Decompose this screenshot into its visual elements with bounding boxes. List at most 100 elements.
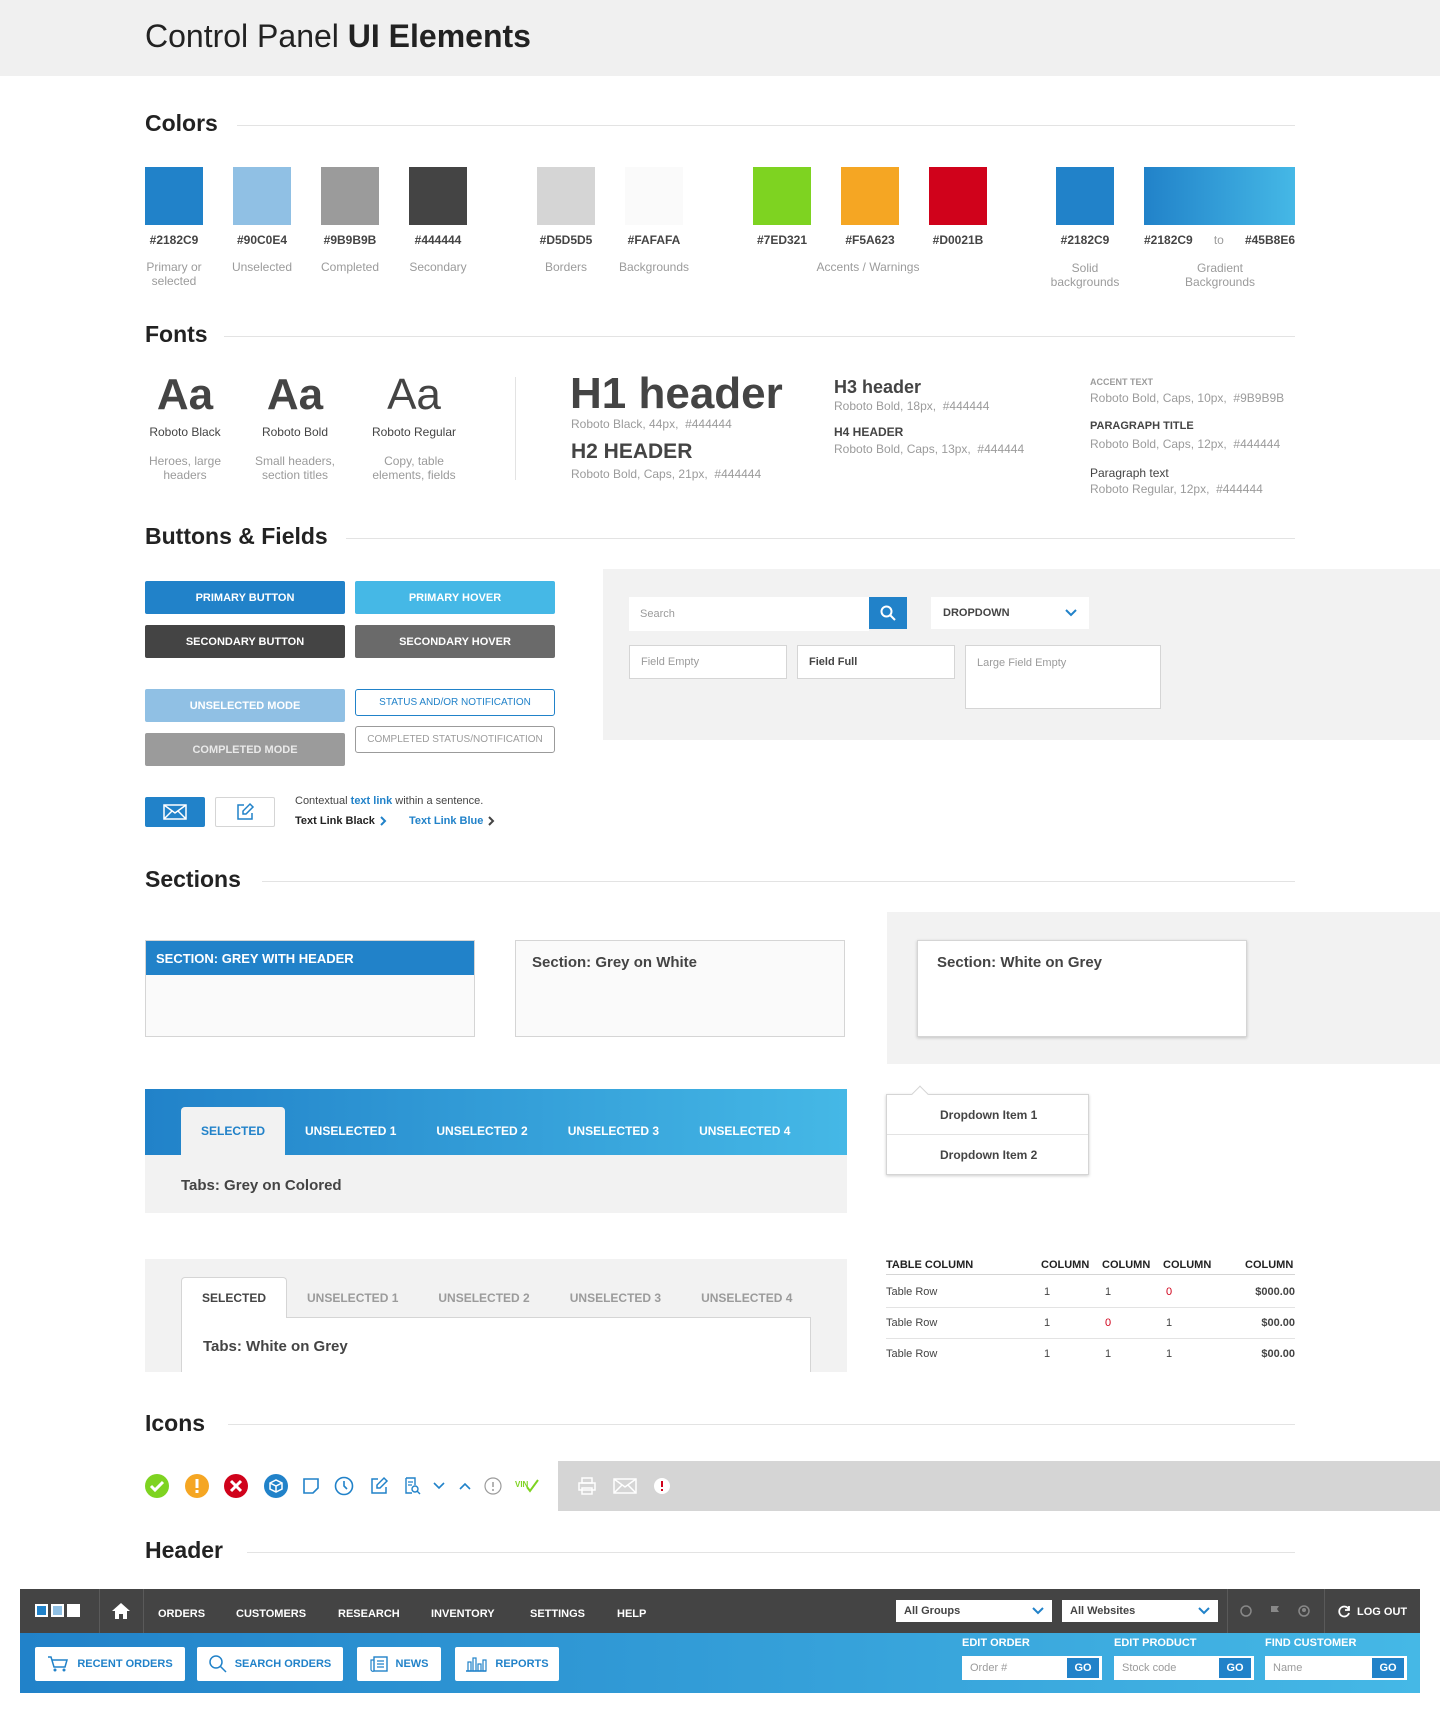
secondary-button[interactable]: SECONDARY BUTTON <box>145 625 345 658</box>
user-icon[interactable] <box>1298 1605 1310 1617</box>
divider <box>346 538 1295 539</box>
tab-unselected-1[interactable]: UNSELECTED 1 <box>287 1277 418 1318</box>
swatch-group-label: Accents / Warnings <box>816 260 920 274</box>
status-notification-button[interactable]: STATUS AND/OR NOTIFICATION <box>355 689 555 716</box>
font-sample-bold: Aa <box>266 370 324 419</box>
tabs-colored-content: Tabs: Grey on Colored <box>145 1155 847 1213</box>
section-title-header: Header <box>145 1537 223 1563</box>
h1-sample: H1 header <box>570 369 783 418</box>
edit-product-go-button[interactable]: GO <box>1219 1658 1251 1678</box>
grid-square-icon <box>35 1604 48 1617</box>
swatch-label: Unselected <box>231 260 293 274</box>
secondary-hover-button[interactable]: SECONDARY HOVER <box>355 625 555 658</box>
large-field-empty[interactable]: Large Field Empty <box>965 645 1161 709</box>
section-title-buttons: Buttons & Fields <box>145 523 328 549</box>
news-button[interactable]: NEWS <box>357 1647 441 1681</box>
search-input[interactable]: Search <box>629 597 869 631</box>
swatch-accent-orange <box>841 167 899 225</box>
tabs-colored: SELECTED UNSELECTED 1 UNSELECTED 2 UNSEL… <box>181 1107 810 1155</box>
swatch-hex: #F5A623 <box>845 233 895 247</box>
tab-unselected-4[interactable]: UNSELECTED 4 <box>681 1277 812 1318</box>
section-grey-with-header: SECTION: GREY WITH HEADER <box>145 940 475 1037</box>
table-cell: $00.00 <box>1261 1348 1295 1360</box>
field-full[interactable]: Field Full <box>797 645 955 679</box>
tab-unselected-1[interactable]: UNSELECTED 1 <box>285 1107 416 1155</box>
nav-help[interactable]: HELP <box>617 1608 646 1620</box>
tab-selected[interactable]: SELECTED <box>181 1277 288 1318</box>
edit-button[interactable] <box>215 797 275 827</box>
swatch-hex: #2182C9 <box>1060 233 1110 247</box>
primary-hover-button[interactable]: PRIMARY HOVER <box>355 581 555 614</box>
tab-unselected-3[interactable]: UNSELECTED 3 <box>550 1277 681 1318</box>
flag-icon[interactable] <box>1269 1605 1281 1617</box>
primary-button[interactable]: PRIMARY BUTTON <box>145 581 345 614</box>
app-switcher[interactable] <box>35 1604 80 1617</box>
font-desc: Copy, table elements, fields <box>372 454 456 482</box>
paragraph-title-spec: Roboto Bold, Caps, 12px, #444444 <box>1090 437 1281 451</box>
swatch-primary <box>145 167 203 225</box>
unselected-mode-button[interactable]: UNSELECTED MODE <box>145 689 345 722</box>
news-icon <box>369 1656 388 1672</box>
error-circle-icon <box>224 1474 248 1498</box>
tab-unselected-3[interactable]: UNSELECTED 3 <box>548 1107 679 1155</box>
nav-settings[interactable]: SETTINGS <box>530 1608 585 1620</box>
text-link-black[interactable]: Text Link Black <box>295 815 387 827</box>
tab-selected[interactable]: SELECTED <box>181 1107 286 1155</box>
swatch-hex: #FAFAFA <box>627 233 681 247</box>
tab-unselected-2[interactable]: UNSELECTED 2 <box>418 1277 549 1318</box>
gradient-hex: #2182C9 to #45B8E6 <box>1144 233 1295 247</box>
swatch-hex: #7ED321 <box>756 233 808 247</box>
table-cell: 1 <box>1044 1317 1051 1329</box>
contextual-text-link[interactable]: text link <box>351 795 393 807</box>
nav-research[interactable]: RESEARCH <box>338 1608 400 1620</box>
nav-customers[interactable]: CUSTOMERS <box>236 1608 306 1620</box>
contextual-sentence: Contextual text link within a sentence. <box>295 795 484 807</box>
logout-button[interactable]: LOG OUT <box>1338 1605 1407 1618</box>
dropdown-item[interactable]: Dropdown Item 2 <box>887 1135 1088 1175</box>
h4-sample: H4 HEADER <box>834 425 904 439</box>
nav-orders[interactable]: ORDERS <box>158 1608 205 1620</box>
tabs-grey: SELECTED UNSELECTED 1 UNSELECTED 2 UNSEL… <box>181 1277 812 1318</box>
tab-unselected-4[interactable]: UNSELECTED 4 <box>679 1107 810 1155</box>
tab-unselected-2[interactable]: UNSELECTED 2 <box>416 1107 547 1155</box>
find-customer-go-button[interactable]: GO <box>1372 1658 1404 1678</box>
dropdown-select[interactable]: DROPDOWN <box>931 597 1089 629</box>
table-cell: 1 <box>1166 1348 1173 1360</box>
alert-icon <box>654 1478 670 1494</box>
package-icon <box>264 1474 288 1498</box>
table-cell: 0 <box>1166 1286 1173 1298</box>
reports-button[interactable]: REPORTS <box>455 1647 559 1681</box>
warning-circle-icon <box>185 1474 209 1498</box>
note-icon <box>303 1478 319 1494</box>
groups-select[interactable]: All Groups <box>896 1600 1052 1622</box>
table-cell: Table Row <box>886 1348 938 1360</box>
search-icon <box>208 1655 227 1673</box>
swatch-label: Primary or selected <box>146 260 202 288</box>
nav-inventory[interactable]: INVENTORY <box>431 1608 495 1620</box>
bar-chart-icon <box>466 1657 488 1672</box>
mail-icon <box>163 804 187 820</box>
status-dot-icon[interactable] <box>1240 1605 1252 1617</box>
completed-status-button[interactable]: COMPLETED STATUS/NOTIFICATION <box>355 726 555 753</box>
section-white-on-grey: Section: White on Grey <box>917 940 1247 1037</box>
mail-button[interactable] <box>145 797 205 827</box>
dropdown-item[interactable]: Dropdown Item 1 <box>887 1095 1088 1135</box>
search-button[interactable] <box>869 597 907 629</box>
recent-orders-button[interactable]: RECENT ORDERS <box>35 1647 185 1681</box>
section-grey-on-white: Section: Grey on White <box>515 940 845 1037</box>
search-icon <box>880 605 896 621</box>
mail-icon <box>613 1478 637 1494</box>
field-empty[interactable]: Field Empty <box>629 645 787 679</box>
h2-spec: Roboto Bold, Caps, 21px, #444444 <box>571 467 762 481</box>
section-title-sections: Sections <box>145 866 241 892</box>
swatch-label: Gradient Backgrounds <box>1184 261 1256 289</box>
h3-sample: H3 header <box>834 377 922 397</box>
tabs-grey-content: Tabs: White on Grey <box>181 1317 811 1372</box>
text-link-blue[interactable]: Text Link Blue <box>409 815 495 827</box>
search-orders-button[interactable]: SEARCH ORDERS <box>197 1647 343 1681</box>
completed-mode-button[interactable]: COMPLETED MODE <box>145 733 345 766</box>
home-icon[interactable] <box>111 1602 131 1620</box>
edit-order-go-button[interactable]: GO <box>1067 1658 1099 1678</box>
websites-select[interactable]: All Websites <box>1062 1600 1218 1622</box>
swatch-borders <box>537 167 595 225</box>
